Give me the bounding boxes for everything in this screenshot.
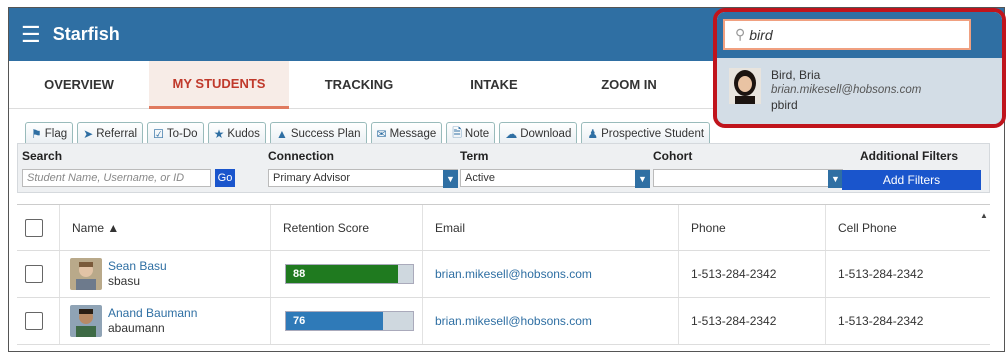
cell-phone-cell: 1-513-284-2342	[838, 314, 924, 328]
table-row: Sean Basu sbasu 88 brian.mikesell@hobsons…	[17, 251, 990, 298]
add-filters-button[interactable]: Add Filters	[842, 170, 981, 190]
search-icon: ⚲	[735, 26, 746, 42]
tab-my-students[interactable]: MY STUDENTS	[149, 60, 289, 109]
retention-score-bar: 88	[285, 264, 414, 284]
column-phone[interactable]: Phone	[679, 205, 826, 250]
menu-icon[interactable]: ☰	[21, 23, 41, 46]
app-title: Starfish	[52, 24, 120, 44]
table-header: Name ▲ Retention Score Email Phone Cell …	[17, 205, 990, 251]
flag-icon: ⚑	[31, 127, 42, 141]
tab-zoom-in[interactable]: ZOOM IN	[559, 61, 699, 109]
success-plan-icon: ▲	[275, 127, 288, 141]
scroll-up-arrow-icon[interactable]: ▲	[980, 211, 988, 220]
result-username: pbird	[771, 98, 798, 112]
note-icon: 🗎	[452, 125, 462, 140]
people-icon: ♟	[587, 127, 599, 141]
envelope-icon: ✉	[376, 127, 387, 141]
column-retention-score[interactable]: Retention Score	[271, 205, 423, 250]
student-name-link[interactable]: Sean Basu	[108, 259, 167, 274]
star-icon: ★	[213, 127, 225, 141]
cohort-label: Cohort	[653, 149, 693, 163]
column-name[interactable]: Name ▲	[60, 205, 271, 250]
chevron-down-icon: ▼	[828, 170, 843, 188]
go-button[interactable]: Go	[215, 169, 235, 187]
connection-select[interactable]: Primary Advisor ▼	[268, 169, 458, 188]
email-link[interactable]: brian.mikesell@hobsons.com	[423, 298, 679, 344]
student-username: sbasu	[108, 274, 141, 288]
student-name-link[interactable]: Anand Baumann	[108, 306, 197, 321]
connection-label: Connection	[268, 149, 334, 163]
global-search-input[interactable]: ⚲ bird	[723, 19, 971, 50]
column-email[interactable]: Email	[423, 205, 679, 250]
chevron-down-icon: ▼	[635, 170, 650, 188]
result-avatar	[729, 68, 761, 104]
column-cell-phone[interactable]: Cell Phone	[826, 205, 990, 250]
table-row: Anand Baumann abaumann 76 brian.mikesell@…	[17, 298, 990, 345]
result-email: brian.mikesell@hobsons.com	[771, 84, 922, 96]
row-checkbox[interactable]	[25, 265, 43, 283]
student-avatar	[70, 258, 102, 290]
score-value: 76	[293, 315, 306, 327]
search-label: Search	[22, 149, 63, 163]
referral-icon: ➤	[83, 127, 94, 141]
filter-bar: Search Student Name, Username, or ID Go …	[17, 143, 990, 193]
additional-filters-label: Additional Filters	[860, 149, 959, 163]
score-value: 88	[293, 268, 306, 280]
term-select[interactable]: Active ▼	[460, 169, 650, 188]
tab-intake[interactable]: INTAKE	[429, 61, 559, 109]
tab-overview[interactable]: OVERVIEW	[9, 61, 149, 109]
tab-tracking[interactable]: TRACKING	[289, 61, 429, 109]
select-all-checkbox[interactable]	[25, 218, 43, 237]
checkbox-icon: ☑	[153, 127, 164, 141]
students-table: Name ▲ Retention Score Email Phone Cell …	[17, 204, 990, 345]
student-avatar	[70, 305, 102, 337]
chevron-down-icon: ▼	[443, 170, 458, 188]
row-checkbox[interactable]	[25, 312, 43, 330]
phone-cell: 1-513-284-2342	[679, 298, 826, 344]
cell-phone-cell: 1-513-284-2342	[838, 267, 924, 281]
phone-cell: 1-513-284-2342	[679, 251, 826, 297]
search-result-item[interactable]: Bird, Bria brian.mikesell@hobsons.com pb…	[717, 58, 1002, 124]
student-username: abaumann	[108, 321, 165, 335]
search-input[interactable]: Student Name, Username, or ID	[22, 169, 211, 187]
cohort-select[interactable]: ▼	[653, 169, 843, 188]
cloud-download-icon: ☁	[505, 127, 518, 141]
email-link[interactable]: brian.mikesell@hobsons.com	[423, 251, 679, 297]
search-dropdown: ⚲ bird Bird, Bria brian.mikesell@hobsons…	[713, 8, 1006, 128]
term-label: Term	[460, 149, 489, 163]
retention-score-bar: 76	[285, 311, 414, 331]
result-name: Bird, Bria	[771, 68, 821, 82]
